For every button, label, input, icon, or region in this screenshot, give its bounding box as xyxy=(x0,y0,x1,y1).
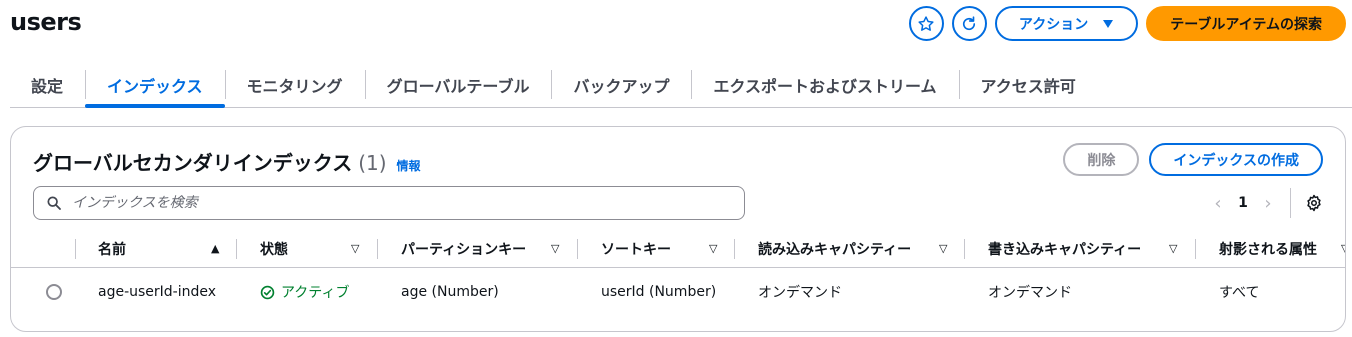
column-divider xyxy=(1195,239,1196,259)
actions-dropdown-button[interactable]: アクション xyxy=(994,6,1139,41)
gsi-title: グローバルセカンダリインデックス xyxy=(33,151,353,175)
tab-exports-streams[interactable]: エクスポートおよびストリーム xyxy=(691,62,958,107)
info-link[interactable]: 情報 xyxy=(397,157,421,174)
explore-items-button[interactable]: テーブルアイテムの探索 xyxy=(1146,6,1346,41)
column-header-write-capacity[interactable]: 書き込みキャパシティー xyxy=(988,230,1141,267)
table-row[interactable]: age-userId-index アクティブ age (Number) user… xyxy=(11,268,1345,316)
sort-icon[interactable]: ▽ xyxy=(709,230,717,267)
search-icon xyxy=(47,196,61,210)
column-divider xyxy=(964,239,965,259)
check-circle-icon xyxy=(260,285,275,299)
column-header-sort-key[interactable]: ソートキー xyxy=(601,230,671,267)
gsi-header: グローバルセカンダリインデックス (1) 情報 xyxy=(33,147,421,176)
status-text: アクティブ xyxy=(281,285,350,301)
gsi-count: (1) xyxy=(358,151,387,175)
tab-global-tables[interactable]: グローバルテーブル xyxy=(364,62,552,107)
column-divider xyxy=(75,239,76,259)
status-cell: アクティブ xyxy=(260,268,349,316)
column-divider xyxy=(734,239,735,259)
refresh-button[interactable] xyxy=(951,6,987,41)
column-divider xyxy=(236,239,237,259)
actions-label: アクション xyxy=(1018,16,1089,33)
sort-icon[interactable]: ▽ xyxy=(1341,230,1345,267)
caret-down-icon xyxy=(1103,19,1114,28)
sort-icon[interactable]: ▽ xyxy=(551,230,559,267)
prev-page-icon[interactable]: ‹ xyxy=(1208,193,1228,214)
table-header: 名前 ▲ 状態 ▽ パーティションキー ▽ ソートキー ▽ 読み込みキャパシティ… xyxy=(11,230,1345,268)
gsi-table: 名前 ▲ 状態 ▽ パーティションキー ▽ ソートキー ▽ 読み込みキャパシティ… xyxy=(11,230,1345,316)
star-icon xyxy=(918,15,934,31)
sort-icon[interactable]: ▽ xyxy=(351,230,359,267)
column-header-name[interactable]: 名前 xyxy=(98,230,126,267)
pager-divider xyxy=(1290,188,1291,218)
tab-backups[interactable]: バックアップ xyxy=(551,62,691,107)
sort-icon[interactable]: ▽ xyxy=(939,230,947,267)
column-header-projected[interactable]: 射影される属性 xyxy=(1219,230,1317,267)
gear-icon[interactable] xyxy=(1305,194,1323,212)
tab-monitoring[interactable]: モニタリング xyxy=(224,62,365,107)
gsi-panel: グローバルセカンダリインデックス (1) 情報 削除 インデックスの作成 ‹ 1… xyxy=(10,126,1346,332)
radio-button[interactable] xyxy=(46,284,62,300)
row-select[interactable] xyxy=(46,268,62,316)
pagination: ‹ 1 › xyxy=(1208,187,1323,219)
delete-button[interactable]: 削除 xyxy=(1063,143,1140,176)
sort-key-value: userId (Number) xyxy=(601,284,717,300)
column-divider xyxy=(577,239,578,259)
tab-permissions[interactable]: アクセス許可 xyxy=(958,62,1098,107)
page-title: users xyxy=(10,8,82,36)
write-capacity-value: オンデマンド xyxy=(988,285,1072,301)
tab-indexes[interactable]: インデックス xyxy=(85,62,225,108)
partition-key-value: age (Number) xyxy=(401,284,499,300)
next-page-icon[interactable]: › xyxy=(1258,193,1278,214)
header-actions: アクション テーブルアイテムの探索 xyxy=(908,6,1346,41)
sort-ascending-icon[interactable]: ▲ xyxy=(211,230,219,267)
index-search xyxy=(33,186,745,220)
tab-settings[interactable]: 設定 xyxy=(10,62,85,107)
projected-attributes-value: すべて xyxy=(1219,285,1260,301)
column-header-partition-key[interactable]: パーティションキー xyxy=(401,230,526,267)
column-header-read-capacity[interactable]: 読み込みキャパシティー xyxy=(758,230,911,267)
tab-bar: 設定 インデックス モニタリング グローバルテーブル バックアップ エクスポート… xyxy=(10,62,1352,108)
refresh-icon xyxy=(963,15,976,30)
index-name: age-userId-index xyxy=(98,284,217,300)
sort-icon[interactable]: ▽ xyxy=(1169,230,1177,267)
gsi-actions: 削除 インデックスの作成 xyxy=(1063,143,1323,176)
column-header-status[interactable]: 状態 xyxy=(260,230,288,267)
favorite-button[interactable] xyxy=(908,6,944,41)
column-divider xyxy=(377,239,378,259)
read-capacity-value: オンデマンド xyxy=(758,285,842,301)
page-number[interactable]: 1 xyxy=(1228,195,1258,211)
create-index-button[interactable]: インデックスの作成 xyxy=(1149,143,1323,176)
search-input[interactable] xyxy=(72,195,712,211)
